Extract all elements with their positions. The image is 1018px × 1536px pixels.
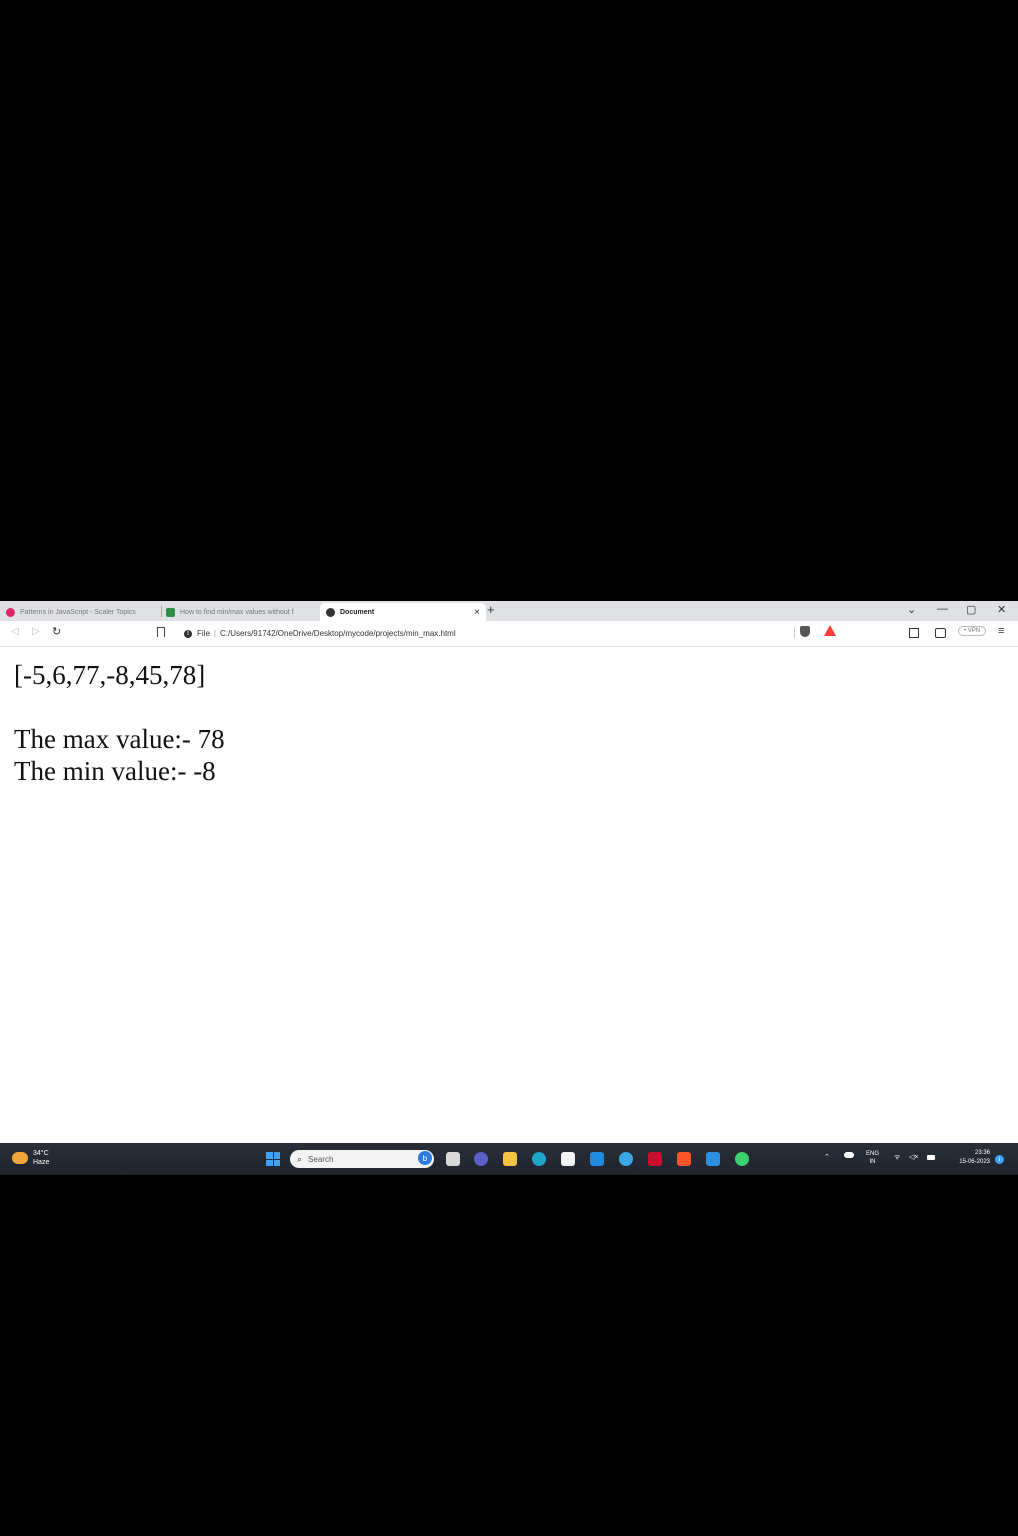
- tab-min-max-article[interactable]: How to find min/max values without f: [166, 603, 316, 621]
- battery-icon[interactable]: [927, 1155, 935, 1160]
- wallet-icon[interactable]: [935, 628, 946, 638]
- show-hidden-icons-icon[interactable]: ⌃: [824, 1153, 830, 1161]
- tab-label: Patterns in JavaScript - Scaler Topics: [20, 608, 136, 616]
- new-tab-button[interactable]: +: [487, 602, 495, 617]
- maximize-button[interactable]: ▢: [966, 603, 976, 616]
- notification-icon[interactable]: i: [995, 1155, 1004, 1164]
- clock-time: 23:36: [974, 1150, 990, 1156]
- clock-date: 15-06-2023: [959, 1159, 990, 1165]
- bing-icon[interactable]: b: [418, 1151, 432, 1165]
- volume-muted-icon[interactable]: ◁×: [909, 1153, 918, 1161]
- region-code: IN: [869, 1159, 876, 1165]
- wifi-icon[interactable]: ᯤ: [894, 1153, 900, 1162]
- tab-label: Document: [340, 608, 375, 616]
- tab-strip: Patterns in JavaScript - Scaler Topics H…: [0, 601, 1018, 621]
- search-placeholder: Search: [308, 1154, 334, 1164]
- max-value-output: The max value:- 78: [14, 724, 225, 754]
- browser-window: Patterns in JavaScript - Scaler Topics H…: [0, 601, 1018, 1175]
- brave-shield-icon[interactable]: [800, 626, 810, 637]
- brave-rewards-icon[interactable]: [824, 625, 836, 636]
- language-code: ENG: [866, 1151, 880, 1157]
- info-icon[interactable]: !: [184, 629, 192, 638]
- tab-label: How to find min/max values without f: [180, 608, 294, 616]
- back-icon[interactable]: ◁: [11, 626, 19, 637]
- browser-toolbar: ◁ ▷ ↻ ! File | C:/Users/91742/OneDrive/D…: [0, 621, 1018, 647]
- bookmark-icon[interactable]: [157, 627, 165, 637]
- gfg-favicon-icon: [166, 607, 175, 617]
- search-icon: ⌕: [297, 1153, 303, 1164]
- onedrive-cloud-icon[interactable]: [844, 1152, 854, 1158]
- edge-icon[interactable]: [532, 1152, 546, 1166]
- tab-search-dropdown-icon[interactable]: ⌄: [907, 603, 916, 616]
- mail-icon[interactable]: [590, 1152, 604, 1166]
- clock[interactable]: 23:36 15-06-2023: [946, 1149, 990, 1167]
- menu-icon[interactable]: ≡: [998, 625, 1004, 637]
- url-path: C:/Users/91742/OneDrive/Desktop/mycode/p…: [219, 629, 456, 638]
- minimize-button[interactable]: —: [937, 603, 948, 615]
- file-explorer-icon[interactable]: [503, 1152, 517, 1166]
- forward-icon[interactable]: ▷: [32, 626, 40, 637]
- vpn-button[interactable]: • VPN: [958, 626, 987, 636]
- sidebar-icon[interactable]: [909, 628, 919, 638]
- weather-description: Haze: [33, 1159, 50, 1166]
- tab-separator: [161, 606, 162, 617]
- tab-document[interactable]: Document ×: [320, 603, 486, 621]
- store-icon[interactable]: [561, 1152, 575, 1166]
- reload-icon[interactable]: ↻: [52, 625, 61, 638]
- brave-icon[interactable]: [677, 1152, 691, 1166]
- address-bar[interactable]: ! File | C:/Users/91742/OneDrive/Desktop…: [175, 624, 841, 643]
- page-content: [-5,6,77,-8,45,78] The max value:- 78 Th…: [14, 659, 225, 787]
- vscode-icon[interactable]: [706, 1152, 720, 1166]
- weather-haze-icon[interactable]: [12, 1152, 28, 1164]
- weather-widget[interactable]: 34°C Haze: [33, 1149, 49, 1167]
- teams-icon[interactable]: [474, 1152, 488, 1166]
- taskbar: 34°C Haze ⌕ Search b ⌃ ENG IN ᯤ ◁× 23:36: [0, 1143, 1018, 1175]
- windows-start-icon[interactable]: [266, 1152, 280, 1166]
- min-value-output: The min value:- -8: [14, 756, 216, 786]
- url-separator: |: [213, 629, 216, 638]
- file-manager-icon[interactable]: [446, 1152, 460, 1166]
- scaler-favicon-icon: [6, 607, 15, 617]
- whiteboard-icon[interactable]: [619, 1152, 633, 1166]
- language-indicator[interactable]: ENG IN: [866, 1150, 879, 1166]
- whatsapp-icon[interactable]: [735, 1152, 749, 1166]
- globe-icon: [326, 607, 335, 617]
- array-output: [-5,6,77,-8,45,78]: [14, 660, 206, 690]
- close-tab-icon[interactable]: ×: [474, 607, 480, 618]
- url-scheme-label: File: [197, 629, 210, 638]
- address-bar-divider: [794, 627, 795, 639]
- mcafee-icon[interactable]: [648, 1152, 662, 1166]
- taskbar-search[interactable]: ⌕ Search b: [290, 1150, 434, 1168]
- close-window-button[interactable]: ✕: [997, 603, 1006, 616]
- weather-temperature: 34°C: [33, 1150, 49, 1157]
- tab-scaler-topics[interactable]: Patterns in JavaScript - Scaler Topics: [6, 603, 156, 621]
